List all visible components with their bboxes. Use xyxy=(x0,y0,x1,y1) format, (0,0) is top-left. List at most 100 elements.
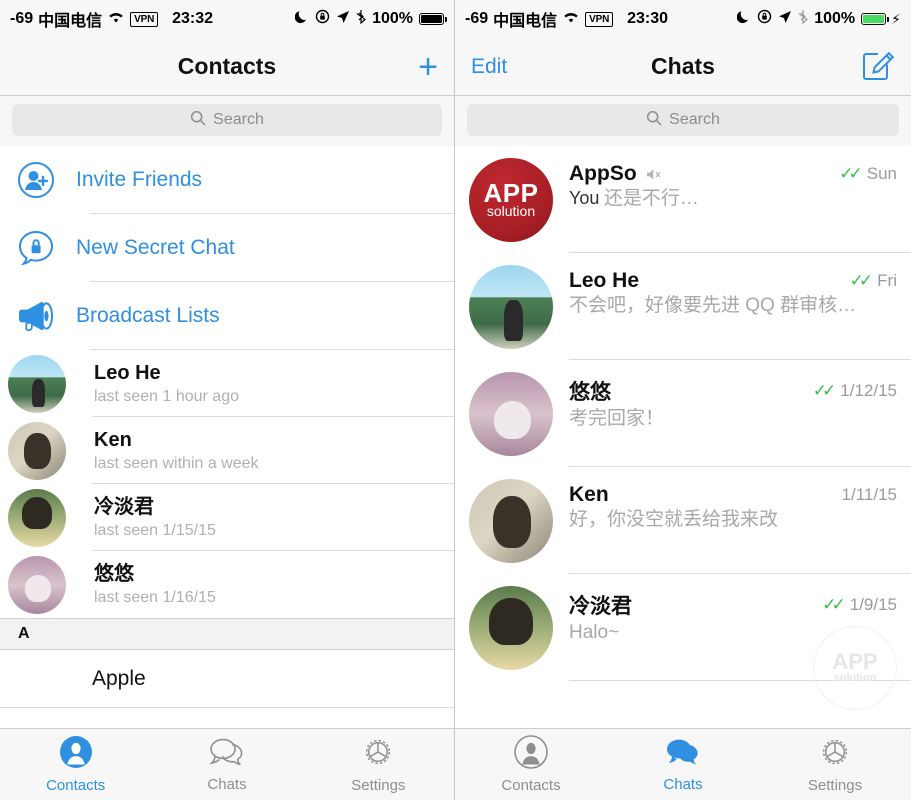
read-receipt-ticks: ✓✓ xyxy=(822,595,845,615)
contact-row[interactable]: Ken last seen within a week xyxy=(0,417,454,484)
chat-bubbles-icon xyxy=(208,736,246,773)
tab-label: Settings xyxy=(351,777,405,794)
charging-bolt-icon: ⚡ xyxy=(891,11,901,28)
megaphone-icon xyxy=(14,294,58,338)
tab-label: Chats xyxy=(663,776,702,793)
plus-icon: + xyxy=(418,53,438,81)
avatar: APP solution xyxy=(469,158,553,242)
search-icon xyxy=(646,110,662,131)
contact-name: Leo He xyxy=(94,361,239,385)
avatar xyxy=(469,479,553,563)
chat-row[interactable]: Leo He ✓✓ Fri 不会吧，好像要先进 QQ 群审核… xyxy=(455,253,911,360)
battery-icon xyxy=(861,13,886,25)
action-row-new-secret-chat[interactable]: New Secret Chat xyxy=(0,214,454,282)
section-header-a: A xyxy=(0,618,454,650)
action-label: Broadcast Lists xyxy=(76,304,220,328)
chat-row[interactable]: APP solution AppSo ✓✓ Sun You xyxy=(455,146,911,253)
battery-percent: 100% xyxy=(814,10,855,28)
gear-icon xyxy=(361,735,395,774)
contact-row[interactable]: 悠悠 last seen 1/16/15 xyxy=(0,551,454,618)
chat-preview: 好，你没空就丢给我来改 xyxy=(569,509,778,530)
dual-screenshot: -69 中国电信 VPN 23:32 xyxy=(0,0,911,800)
tab-settings[interactable]: Settings xyxy=(303,735,454,794)
clock: 23:32 xyxy=(172,10,213,28)
status-bar-right: -69 中国电信 VPN 23:30 xyxy=(455,0,911,38)
moon-icon xyxy=(295,9,309,29)
add-contact-button[interactable]: + xyxy=(418,53,438,81)
chats-screen: -69 中国电信 VPN 23:30 xyxy=(455,0,911,800)
person-icon xyxy=(59,735,93,774)
contact-row[interactable]: Leo He last seen 1 hour ago xyxy=(0,350,454,417)
contacts-list: Invite Friends New Secret Chat Broadcast… xyxy=(0,146,454,766)
rotation-lock-icon xyxy=(315,9,330,29)
chat-preview: 考完回家！ xyxy=(569,408,664,429)
search-area-contacts: Search xyxy=(0,96,454,146)
carrier-name: 中国电信 xyxy=(493,7,557,31)
avatar xyxy=(469,586,553,670)
contact-name: Ken xyxy=(94,428,259,452)
chat-time: Fri xyxy=(877,271,897,291)
tab-settings[interactable]: Settings xyxy=(759,735,911,794)
mute-icon xyxy=(645,167,662,182)
page-title: Chats xyxy=(455,53,911,80)
page-title: Contacts xyxy=(0,53,454,80)
chat-row[interactable]: 悠悠 ✓✓ 1/12/15 考完回家！ xyxy=(455,360,911,467)
avatar xyxy=(469,265,553,349)
bluetooth-icon xyxy=(356,9,366,29)
chat-preview: 还是不行… xyxy=(604,188,699,209)
signal-strength: -69 xyxy=(465,10,488,28)
avatar xyxy=(8,355,66,413)
chat-name: 悠悠 xyxy=(569,376,611,406)
contact-status: last seen within a week xyxy=(94,455,259,473)
wifi-icon xyxy=(107,10,125,29)
contact-name: Apple xyxy=(92,667,146,691)
person-icon xyxy=(514,735,548,774)
avatar xyxy=(8,422,66,480)
tab-contacts[interactable]: Contacts xyxy=(455,735,607,794)
chat-time: Sun xyxy=(867,164,897,184)
avatar xyxy=(469,372,553,456)
chat-name: Ken xyxy=(569,483,609,507)
bluetooth-icon xyxy=(798,9,808,29)
action-label: New Secret Chat xyxy=(76,236,235,260)
chat-row[interactable]: 冷淡君 ✓✓ 1/9/15 Halo~ xyxy=(455,574,911,681)
nav-bar-chats: Edit Chats xyxy=(455,38,911,96)
avatar-line2: solution xyxy=(487,204,535,218)
rotation-lock-icon xyxy=(757,9,772,29)
tab-chats[interactable]: Chats xyxy=(607,736,759,793)
contact-status: last seen 1 hour ago xyxy=(94,388,239,406)
contact-row[interactable]: 冷淡君 last seen 1/15/15 xyxy=(0,484,454,551)
vpn-badge: VPN xyxy=(585,12,613,27)
search-input[interactable]: Search xyxy=(12,104,442,136)
avatar-line1: APP xyxy=(484,182,539,204)
add-person-icon xyxy=(14,158,58,202)
wifi-icon xyxy=(562,10,580,29)
tab-chats[interactable]: Chats xyxy=(151,736,302,793)
contact-status: last seen 1/15/15 xyxy=(94,522,216,540)
chat-time: 1/9/15 xyxy=(850,595,897,615)
battery-percent: 100% xyxy=(372,10,413,28)
search-placeholder: Search xyxy=(213,111,264,129)
edit-button[interactable]: Edit xyxy=(471,55,507,79)
chat-bubbles-icon xyxy=(664,736,702,773)
chat-row[interactable]: Ken 1/11/15 好，你没空就丢给我来改 xyxy=(455,467,911,574)
avatar xyxy=(8,489,66,547)
search-input[interactable]: Search xyxy=(467,104,899,136)
contact-status: last seen 1/16/15 xyxy=(94,589,216,607)
contact-name: 冷淡君 xyxy=(94,495,216,519)
tab-contacts[interactable]: Contacts xyxy=(0,735,151,794)
tab-label: Settings xyxy=(808,777,862,794)
chat-time: 1/11/15 xyxy=(842,485,897,505)
battery-icon xyxy=(419,13,444,25)
action-row-broadcast-lists[interactable]: Broadcast Lists xyxy=(0,282,454,350)
chat-sender-label: You xyxy=(569,188,599,208)
compose-button[interactable] xyxy=(861,47,895,86)
action-row-invite-friends[interactable]: Invite Friends xyxy=(0,146,454,214)
lock-bubble-icon xyxy=(14,226,58,270)
tab-label: Chats xyxy=(207,776,246,793)
contact-row-apple[interactable]: Apple xyxy=(0,650,454,708)
nav-bar-contacts: Contacts + xyxy=(0,38,454,96)
search-placeholder: Search xyxy=(669,111,720,129)
read-receipt-ticks: ✓✓ xyxy=(839,164,862,184)
signal-strength: -69 xyxy=(10,10,33,28)
